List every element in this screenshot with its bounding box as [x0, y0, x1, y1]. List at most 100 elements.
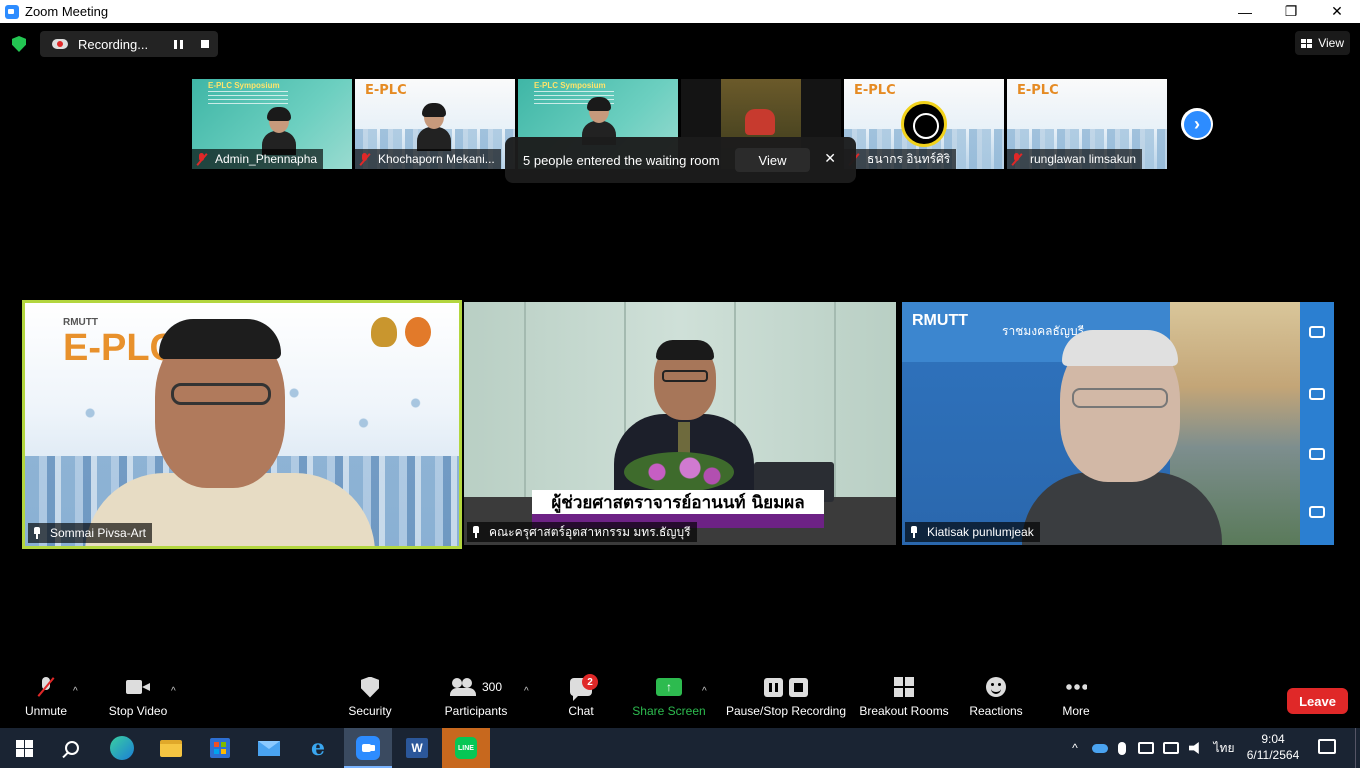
- recording-label: Recording...: [78, 36, 149, 52]
- window-controls: — ❐ ✕: [1222, 0, 1360, 23]
- taskbar-internet-explorer[interactable]: e: [294, 728, 342, 768]
- slide-logo: E-PLC: [365, 83, 407, 98]
- taskbar-edge[interactable]: [98, 728, 146, 768]
- encryption-shield-icon[interactable]: [12, 36, 26, 52]
- clock-date: 6/11/2564: [1246, 748, 1300, 762]
- tray-onedrive[interactable]: [1090, 728, 1110, 768]
- share-screen-icon: ↑: [656, 678, 682, 696]
- close-button[interactable]: ✕: [1314, 0, 1360, 23]
- microphone-icon: [1118, 741, 1126, 755]
- windows-taskbar: e W LINE ^ ไทย 9:04 6/11/2564: [0, 728, 1360, 768]
- minimize-button[interactable]: —: [1222, 0, 1268, 23]
- participants-button[interactable]: 300 Participants: [440, 670, 512, 728]
- show-desktop-button[interactable]: [1355, 728, 1360, 768]
- share-screen-button[interactable]: ↑ Share Screen: [632, 670, 706, 728]
- next-page-button[interactable]: ›: [1181, 108, 1213, 140]
- slide-title: E-PLC Symposium: [208, 81, 280, 90]
- window-title: Zoom Meeting: [25, 4, 109, 19]
- search-icon: [65, 741, 79, 755]
- thumbnail-name-label: Admin_Phennapha: [192, 149, 324, 169]
- mic-muted-icon: [196, 152, 207, 166]
- unmute-button[interactable]: Unmute: [18, 670, 74, 728]
- tray-microphone[interactable]: [1114, 728, 1130, 768]
- slide-logo: E-PLC: [1017, 83, 1059, 98]
- tray-overflow-button[interactable]: ^: [1066, 728, 1084, 768]
- profile-avatar: [901, 101, 947, 147]
- action-center-icon[interactable]: [1318, 739, 1336, 754]
- video-options-caret[interactable]: ^: [171, 686, 176, 697]
- taskbar-mail[interactable]: [245, 728, 293, 768]
- pin-icon: [32, 527, 42, 539]
- mic-muted-icon: [359, 152, 370, 166]
- notification-view-button[interactable]: View: [735, 148, 810, 172]
- participants-options-caret[interactable]: ^: [524, 686, 529, 697]
- breakout-rooms-button[interactable]: Breakout Rooms: [858, 670, 950, 728]
- participant-thumbnail[interactable]: E-PLC Khochaporn Mekani...: [355, 79, 515, 169]
- participant-thumbnail[interactable]: E-PLC runglawan limsakun: [1007, 79, 1167, 169]
- taskbar-zoom[interactable]: [344, 728, 392, 768]
- folder-icon: [160, 739, 182, 757]
- taskbar-word[interactable]: W: [393, 728, 441, 768]
- grid-view-icon: [1301, 38, 1313, 48]
- university-emblem: [371, 317, 397, 347]
- more-button[interactable]: More: [1056, 670, 1096, 728]
- reactions-button[interactable]: Reactions: [966, 670, 1026, 728]
- recording-indicator: Recording...: [40, 31, 218, 57]
- participant-video: [85, 319, 375, 546]
- device-icon: [1138, 742, 1154, 754]
- video-tile[interactable]: ผู้ช่วยศาสตราจารย์อานนท์ นิยมผล คณะครุศา…: [464, 302, 896, 545]
- view-button[interactable]: View: [1295, 31, 1350, 55]
- edge-icon: [110, 736, 134, 760]
- notification-message: 5 people entered the waiting room: [523, 152, 720, 168]
- zoom-app-icon: [5, 4, 19, 19]
- video-name-label: Sommai Pivsa-Art: [28, 523, 153, 543]
- chevron-right-icon: ›: [1183, 110, 1211, 138]
- chat-unread-badge: 2: [582, 674, 598, 690]
- security-button[interactable]: Security: [344, 670, 396, 728]
- participant-thumbnail[interactable]: E-PLC Symposium Admin_Phennapha: [192, 79, 352, 169]
- tray-network[interactable]: [1160, 728, 1182, 768]
- leave-button[interactable]: Leave: [1287, 688, 1348, 714]
- tray-language[interactable]: ไทย: [1210, 728, 1238, 768]
- slide-title: E-PLC Symposium: [534, 81, 606, 90]
- participant-video: [417, 103, 451, 151]
- pause-stop-recording-button[interactable]: Pause/Stop Recording: [724, 670, 848, 728]
- windows-logo-icon: [15, 739, 33, 757]
- stop-video-button[interactable]: Stop Video: [104, 670, 172, 728]
- onedrive-cloud-icon: [1092, 743, 1108, 753]
- taskbar-clock[interactable]: 9:04 6/11/2564: [1240, 731, 1306, 763]
- participant-thumbnail[interactable]: E-PLC ธนากร อินทร์ศิริ: [844, 79, 1004, 169]
- maximize-button[interactable]: ❐: [1268, 0, 1314, 23]
- close-icon[interactable]: ✕: [824, 150, 836, 167]
- slide-logo: RMUTT: [912, 312, 968, 329]
- pause-recording-icon[interactable]: [174, 40, 183, 49]
- taskbar-file-explorer[interactable]: [147, 728, 195, 768]
- pin-icon: [471, 526, 481, 538]
- taskbar-search-button[interactable]: [48, 728, 96, 768]
- stop-recording-icon[interactable]: [201, 40, 209, 48]
- stop-icon: [789, 677, 808, 697]
- chat-button[interactable]: 2 Chat: [562, 670, 600, 728]
- line-icon: LINE: [455, 737, 477, 759]
- tray-device[interactable]: [1136, 728, 1156, 768]
- window-titlebar: Zoom Meeting — ❐ ✕: [0, 0, 1360, 23]
- video-tile[interactable]: RMUTT ราชมงคลธัญบุรี Kiatisak punlumjeak: [902, 302, 1334, 545]
- bus-icon: [1309, 388, 1325, 400]
- tray-volume[interactable]: [1186, 728, 1206, 768]
- video-tile-active-speaker[interactable]: RMUTT E-PLC Sommai Pivsa-Art: [22, 300, 462, 549]
- word-icon: W: [406, 738, 428, 758]
- network-icon: [1163, 742, 1179, 754]
- pause-icon: [764, 677, 783, 697]
- taskbar-store[interactable]: [196, 728, 244, 768]
- speaker-volume-icon: [1189, 742, 1199, 754]
- share-options-caret[interactable]: ^: [702, 686, 707, 697]
- house-icon: [1309, 506, 1325, 518]
- video-name-label: คณะครุศาสตร์อุตสาหกรรม มทร.ธัญบุรี: [467, 522, 697, 542]
- slide-sidebar: [1300, 302, 1334, 545]
- waiting-room-notification: 5 people entered the waiting room View ✕: [505, 137, 856, 183]
- start-button[interactable]: [0, 728, 48, 768]
- taskbar-line[interactable]: LINE: [442, 728, 490, 768]
- zoom-icon: [356, 736, 380, 760]
- audio-options-caret[interactable]: ^: [73, 686, 78, 697]
- mic-muted-icon: [1011, 152, 1022, 166]
